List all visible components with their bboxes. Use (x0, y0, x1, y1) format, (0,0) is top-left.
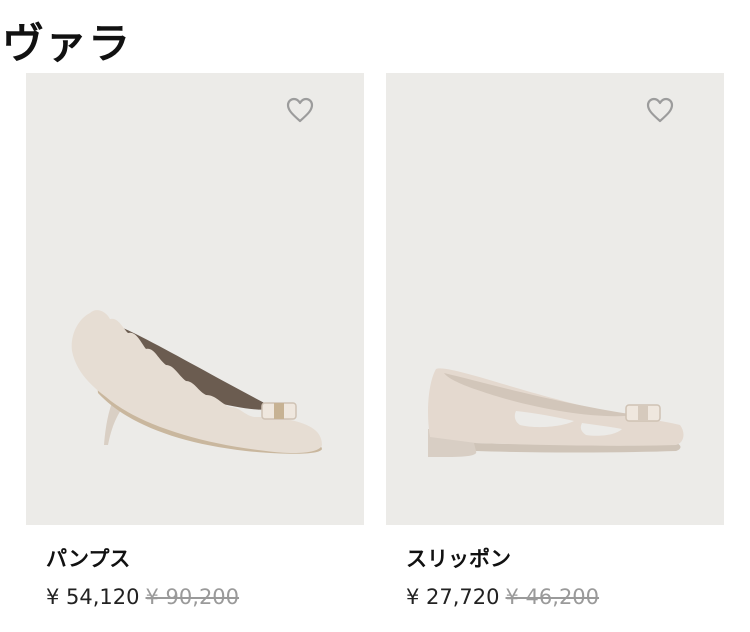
original-price: ¥ 46,200 (505, 585, 600, 609)
product-name[interactable]: パンプス (46, 545, 130, 573)
original-price: ¥ 90,200 (145, 585, 240, 609)
section-title: ヴァラ (2, 19, 132, 68)
wishlist-button[interactable] (644, 95, 676, 125)
product-card-slip-on[interactable]: スリッポン ¥ 27,720 ¥ 46,200 (386, 73, 724, 613)
slip-on-shoe-image (428, 368, 684, 457)
product-name[interactable]: スリッポン (406, 545, 511, 573)
product-price: ¥ 54,120 ¥ 90,200 (46, 583, 239, 611)
heart-outline-icon (646, 97, 674, 123)
product-image-slip-on[interactable] (386, 73, 724, 525)
product-card-pumps[interactable]: パンプス ¥ 54,120 ¥ 90,200 (26, 73, 364, 613)
product-image-pumps[interactable] (26, 73, 364, 525)
sale-price: ¥ 27,720 (406, 585, 500, 609)
wishlist-button[interactable] (284, 95, 316, 125)
product-price: ¥ 27,720 ¥ 46,200 (406, 583, 599, 611)
heart-outline-icon (286, 97, 314, 123)
sale-price: ¥ 54,120 (46, 585, 140, 609)
pump-shoe-image (71, 310, 322, 454)
